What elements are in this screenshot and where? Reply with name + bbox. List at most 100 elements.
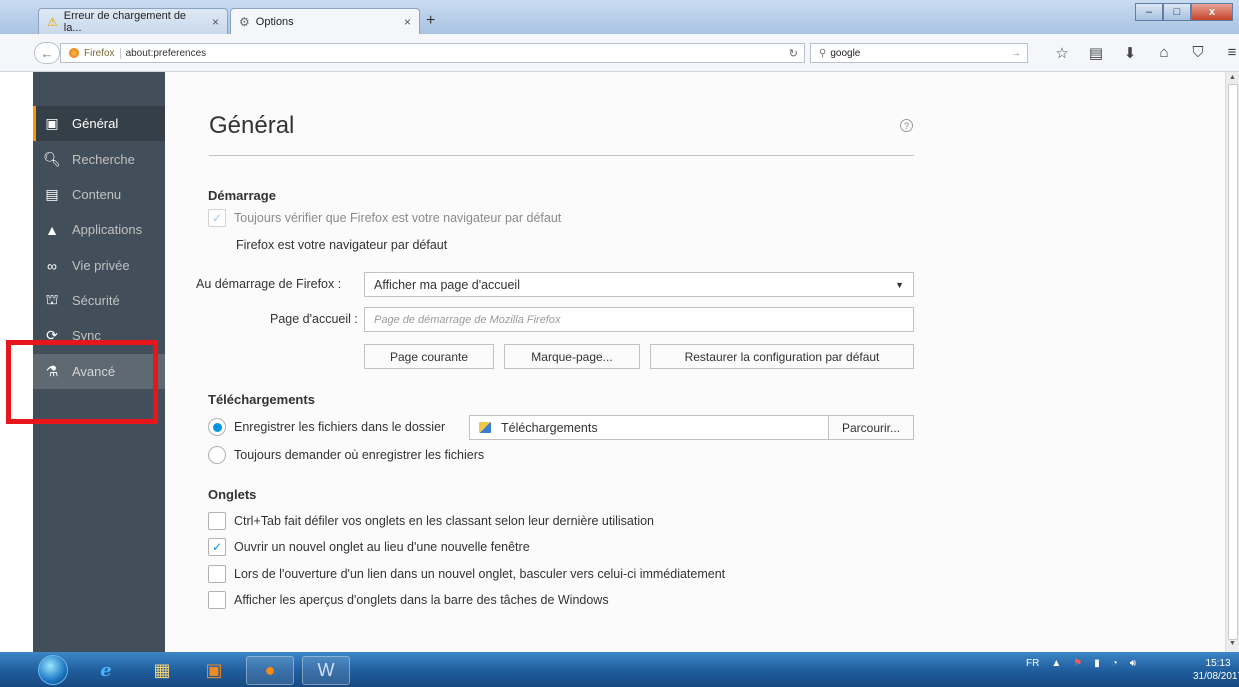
open-new-tab-row[interactable]: ✓ Ouvrir un nouvel onglet au lieu d'une … bbox=[208, 538, 530, 556]
open-new-tab-checkbox[interactable]: ✓ bbox=[208, 538, 226, 556]
save-to-folder-label: Enregistrer les fichiers dans le dossier bbox=[234, 420, 446, 434]
tab-options[interactable]: ⚙ Options × bbox=[230, 8, 420, 35]
always-check-label: Toujours vérifier que Firefox est votre … bbox=[234, 211, 562, 225]
scroll-down-icon[interactable]: ▼ bbox=[1229, 640, 1236, 647]
clock[interactable]: 15:13 31/08/2017 bbox=[1193, 657, 1239, 683]
search-bar[interactable]: ⚲ google → bbox=[810, 43, 1028, 63]
on-start-value: Afficher ma page d'accueil bbox=[374, 277, 520, 292]
restore-default-button[interactable]: Restaurer la configuration par défaut bbox=[650, 344, 914, 369]
sidebar-item-label: Sécurité bbox=[72, 293, 120, 308]
general-icon: ▣ bbox=[45, 115, 59, 131]
sidebar-item-search[interactable]: 🔍︎ Recherche bbox=[33, 142, 165, 177]
switch-to-tab-row[interactable]: Lors de l'ouverture d'un lien dans un no… bbox=[208, 565, 725, 583]
tab-previews-checkbox[interactable] bbox=[208, 591, 226, 609]
sidebar-item-advanced[interactable]: ⚗ Avancé bbox=[33, 354, 165, 389]
volume-icon[interactable]: 🔊︎ bbox=[1130, 658, 1136, 669]
search-value: google bbox=[830, 47, 861, 59]
battery-icon[interactable]: ▮ bbox=[1094, 658, 1100, 669]
maximize-button[interactable]: □ bbox=[1163, 3, 1191, 21]
close-tab-icon[interactable]: × bbox=[404, 15, 411, 29]
close-tab-icon[interactable]: × bbox=[212, 15, 219, 29]
sidebar-item-label: Avancé bbox=[72, 364, 116, 379]
sidebar-item-security[interactable]: ⛫ Sécurité bbox=[33, 283, 165, 318]
back-button[interactable]: ← bbox=[34, 42, 60, 64]
downloads-icon[interactable]: ⬇ bbox=[1121, 44, 1139, 62]
word-icon[interactable]: W bbox=[302, 656, 350, 685]
scroll-up-icon[interactable]: ▲ bbox=[1229, 74, 1236, 81]
tab-title: Erreur de chargement de la... bbox=[63, 9, 187, 34]
tab-error[interactable]: ⚠ Erreur de chargement de la... × bbox=[38, 8, 228, 34]
sidebar-item-sync[interactable]: ⟳ Sync bbox=[33, 318, 165, 353]
pocket-icon[interactable]: ⛉ bbox=[1189, 44, 1207, 62]
advanced-icon: ⚗ bbox=[45, 363, 59, 379]
search-go-icon[interactable]: → bbox=[1011, 48, 1021, 59]
close-window-button[interactable]: x bbox=[1191, 3, 1233, 21]
file-explorer-icon[interactable]: ▦ bbox=[138, 656, 186, 685]
firefox-logo-icon bbox=[69, 48, 79, 58]
window-controls: – □ x bbox=[1135, 3, 1233, 21]
security-icon: ⛫ bbox=[45, 291, 59, 307]
sidebar-item-label: Vie privée bbox=[72, 258, 130, 273]
warning-icon: ⚠ bbox=[47, 14, 58, 29]
search-icon: 🔍︎ bbox=[43, 151, 61, 167]
bookmark-star-icon[interactable]: ☆ bbox=[1053, 44, 1071, 62]
gear-icon: ⚙ bbox=[239, 15, 250, 29]
preferences-sidebar: ▣ Général 🔍︎ Recherche ▤ Contenu ▲ Appli… bbox=[33, 72, 165, 652]
home-icon[interactable]: ⌂ bbox=[1155, 44, 1173, 62]
minimize-button[interactable]: – bbox=[1135, 3, 1163, 21]
tab-previews-row[interactable]: Afficher les aperçus d'onglets dans la b… bbox=[208, 591, 609, 609]
sidebar-item-privacy[interactable]: ∞ Vie privée bbox=[33, 248, 165, 283]
switch-to-tab-label: Lors de l'ouverture d'un lien dans un no… bbox=[234, 567, 726, 581]
always-check-checkbox[interactable]: ✓ bbox=[208, 209, 226, 227]
network-icon[interactable]: ◔ bbox=[1112, 658, 1118, 669]
applications-icon: ▲ bbox=[45, 221, 59, 238]
bookmarks-menu-icon[interactable]: ▤ bbox=[1087, 44, 1105, 62]
sidebar-item-applications[interactable]: ▲ Applications bbox=[33, 212, 165, 247]
scrollbar[interactable]: ▲ ▼ bbox=[1225, 72, 1239, 652]
startup-heading: Démarrage bbox=[208, 188, 276, 203]
switch-to-tab-checkbox[interactable] bbox=[208, 565, 226, 583]
ctrl-tab-checkbox[interactable] bbox=[208, 512, 226, 530]
firefox-taskbar-icon[interactable]: ● bbox=[246, 656, 294, 685]
start-button[interactable] bbox=[38, 655, 68, 685]
action-center-flag-icon[interactable]: ⚑ bbox=[1073, 658, 1082, 669]
menu-icon[interactable]: ≡ bbox=[1223, 44, 1239, 62]
save-to-folder-radio[interactable] bbox=[208, 418, 226, 436]
help-icon[interactable]: ? bbox=[900, 119, 913, 132]
download-folder-name: Téléchargements bbox=[501, 420, 598, 435]
ctrl-tab-row[interactable]: Ctrl+Tab fait défiler vos onglets en les… bbox=[208, 512, 654, 530]
homepage-input[interactable]: Page de démarrage de Mozilla Firefox bbox=[364, 307, 914, 332]
on-start-select[interactable]: Afficher ma page d'accueil ▼ bbox=[364, 272, 914, 297]
sidebar-item-label: Sync bbox=[72, 328, 101, 343]
scrollbar-thumb[interactable] bbox=[1228, 84, 1238, 640]
use-current-page-button[interactable]: Page courante bbox=[364, 344, 494, 369]
show-hidden-icons-icon[interactable]: ▲ bbox=[1051, 658, 1061, 669]
always-ask-row[interactable]: Toujours demander où enregistrer les fic… bbox=[208, 446, 484, 464]
sidebar-item-label: Recherche bbox=[72, 152, 135, 167]
media-player-icon[interactable]: ▣ bbox=[190, 656, 238, 685]
browse-button[interactable]: Parcourir... bbox=[828, 415, 914, 440]
title-divider bbox=[209, 155, 914, 156]
sidebar-item-label: Contenu bbox=[72, 187, 122, 202]
use-bookmark-button[interactable]: Marque-page... bbox=[504, 344, 640, 369]
always-check-default-row[interactable]: ✓ Toujours vérifier que Firefox est votr… bbox=[208, 209, 561, 227]
sync-icon: ⟳ bbox=[46, 327, 58, 343]
tab-title: Options bbox=[255, 16, 294, 28]
folder-icon bbox=[479, 422, 491, 433]
internet-explorer-icon[interactable]: e bbox=[82, 656, 130, 685]
always-ask-radio[interactable] bbox=[208, 446, 226, 464]
magnifier-icon: ⚲ bbox=[819, 47, 827, 59]
default-browser-status: Firefox est votre navigateur par défaut bbox=[236, 238, 448, 252]
new-tab-button[interactable]: + bbox=[426, 12, 435, 30]
privacy-mask-icon: ∞ bbox=[47, 257, 57, 274]
sidebar-item-content[interactable]: ▤ Contenu bbox=[33, 177, 165, 212]
homepage-placeholder: Page de démarrage de Mozilla Firefox bbox=[374, 313, 561, 326]
url-bar[interactable]: Firefox about:preferences ↻ bbox=[60, 43, 805, 63]
reload-icon[interactable]: ↻ bbox=[789, 47, 798, 60]
always-ask-label: Toujours demander où enregistrer les fic… bbox=[234, 448, 485, 462]
save-to-folder-row[interactable]: Enregistrer les fichiers dans le dossier bbox=[208, 418, 445, 436]
tabs-heading: Onglets bbox=[208, 487, 257, 502]
language-indicator[interactable]: FR bbox=[1026, 658, 1039, 669]
sidebar-item-general[interactable]: ▣ Général bbox=[33, 106, 165, 141]
identity-label: Firefox bbox=[84, 47, 121, 59]
